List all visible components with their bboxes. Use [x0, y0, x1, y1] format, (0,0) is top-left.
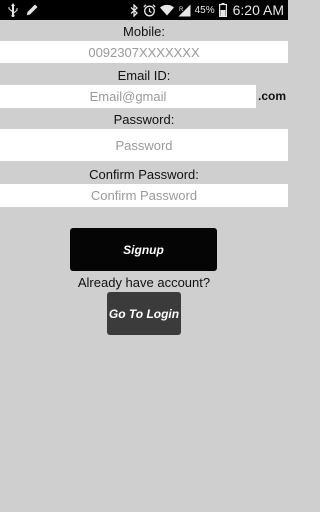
mobile-label: Mobile:: [123, 24, 165, 39]
email-label: Email ID:: [117, 68, 171, 83]
email-domain-suffix: .com: [258, 89, 287, 103]
password-input[interactable]: [0, 129, 288, 161]
email-input[interactable]: [0, 85, 256, 108]
signup-button[interactable]: Signup: [70, 228, 217, 271]
alarm-icon: [142, 3, 156, 17]
confirm-password-input[interactable]: [0, 184, 288, 207]
wifi-icon: [159, 4, 174, 16]
usb-icon: [8, 3, 18, 17]
password-label: Password:: [113, 112, 175, 127]
battery-percent: 45%: [194, 4, 215, 16]
already-have-account-text: Already have account?: [77, 275, 211, 290]
svg-text:R: R: [179, 7, 184, 13]
signal-icon: R: [178, 4, 191, 17]
pencil-icon: [26, 4, 38, 16]
bluetooth-icon: [130, 3, 139, 17]
clock-time: 6:20 AM: [232, 2, 284, 18]
battery-icon: [218, 3, 227, 17]
status-bar: R 45% 6:20 AM: [0, 0, 288, 20]
mobile-input[interactable]: [0, 41, 288, 63]
confirm-password-label: Confirm Password:: [89, 167, 199, 182]
go-to-login-button[interactable]: Go To Login: [107, 292, 181, 335]
